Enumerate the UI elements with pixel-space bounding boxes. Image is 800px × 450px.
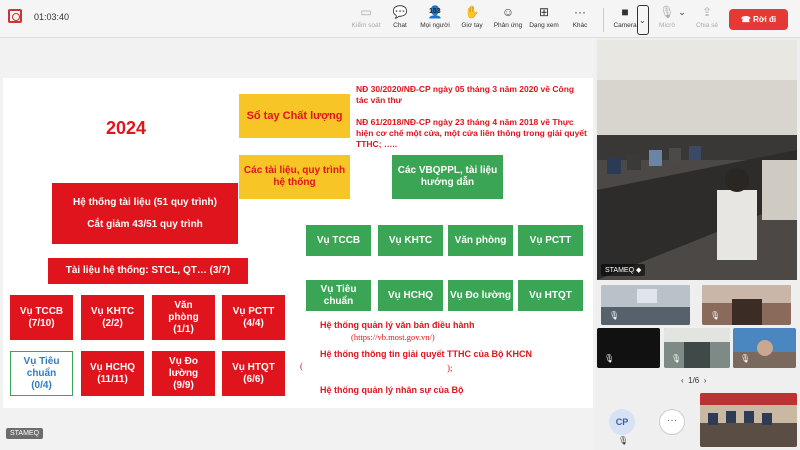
more-button[interactable]: ··· Khác	[561, 4, 599, 36]
screen-control-button[interactable]: ▭ Kiểm soát	[347, 4, 385, 36]
meeting-room-video	[597, 40, 797, 280]
more-icon: ···	[574, 5, 586, 19]
participant-thumb-2[interactable]: 🎙	[702, 285, 791, 325]
reaction-button[interactable]: ☺ Phản ứng	[489, 4, 527, 36]
chevron-down-icon: ⌄	[639, 16, 646, 25]
red-dept-do-luong: Vụ Đo lường (9/9)	[152, 351, 215, 396]
slide-year: 2024	[106, 118, 147, 138]
mic-muted-icon: 🎙	[710, 311, 721, 320]
green-dept-hchq: Vụ HCHQ	[378, 280, 443, 311]
red-dept-van-phong: Văn phòng (1/1)	[152, 295, 215, 340]
red-dept-tccb: Vụ TCCB (7/10)	[10, 295, 73, 340]
system-van-ban-url: (https://vb.most.gov.vn/)	[351, 332, 435, 342]
share-button[interactable]: ⇪ Chia sẻ	[688, 4, 726, 36]
system-tthc: Hệ thống thông tin giải quyết TTHC của B…	[320, 349, 532, 359]
green-dept-pctt: Vụ PCTT	[518, 225, 583, 256]
self-mic-muted-icon: 🎙	[618, 436, 629, 445]
self-avatar[interactable]: CP	[609, 409, 635, 435]
red-dept-khtc: Vụ KHTC (2/2)	[81, 295, 144, 340]
share-source-tag: STAMEQ	[6, 428, 44, 439]
red-dept-tieu-chuan: Vụ Tiêu chuẩn (0/4)	[10, 351, 73, 396]
toolbar-divider	[603, 8, 604, 32]
red-dept-htqt: Vụ HTQT (6/6)	[222, 351, 285, 396]
participant-pager: ‹ 1/6 ›	[681, 376, 707, 385]
participant-count: 153	[429, 8, 441, 15]
main-video-tag: STAMEQ ◆	[601, 264, 646, 276]
pin-icon: ◆	[636, 267, 642, 274]
green-dept-khtc: Vụ KHTC	[378, 225, 443, 256]
view-layout-icon: ⊞	[538, 5, 550, 19]
green-dept-van-phong: Văn phòng	[448, 225, 513, 256]
system-tthc-open: (	[300, 361, 303, 371]
mic-muted-icon: 🎙	[740, 354, 751, 363]
self-video[interactable]	[700, 393, 797, 447]
more-participants-button[interactable]: ···	[659, 409, 685, 435]
green-dept-htqt: Vụ HTQT	[518, 280, 583, 311]
video-frame	[700, 393, 797, 447]
reaction-icon: ☺	[501, 5, 515, 19]
raise-hand-button[interactable]: ✋ Giơ tay	[453, 4, 491, 36]
main-video[interactable]: STAMEQ ◆	[597, 40, 797, 280]
mic-muted-icon: 🎙	[671, 354, 682, 363]
chevron-right-icon[interactable]: ›	[704, 376, 707, 385]
he-thong-tai-lieu-box: Hệ thống tài liệu (51 quy trình) Cắt giả…	[52, 183, 238, 244]
participant-thumb-4[interactable]: 🎙	[664, 328, 730, 368]
system-van-ban: Hệ thống quản lý văn bản điều hành	[320, 320, 475, 330]
tai-lieu-he-thong-box: Tài liệu hệ thống: STCL, QT… (3/7)	[48, 258, 248, 284]
participant-thumb-5[interactable]: 🎙	[733, 328, 796, 368]
red-dept-hchq: Vụ HCHQ (11/11)	[81, 351, 144, 396]
leave-button[interactable]: ☎ Rời đi	[729, 9, 788, 30]
tai-lieu-quy-trinh-box: Các tài liệu, quy trình hệ thống	[239, 155, 350, 199]
red-dept-pctt: Vụ PCTT (4/4)	[222, 295, 285, 340]
vbqppl-box: Các VBQPPL, tài liệu hướng dẫn	[392, 155, 503, 199]
raise-hand-icon: ✋	[464, 5, 480, 19]
nd-30-note: NĐ 30/2020/NĐ-CP ngày 05 tháng 3 năm 202…	[356, 84, 575, 105]
participant-thumb-1[interactable]: 🎙	[601, 285, 690, 325]
share-icon: ⇪	[701, 5, 713, 19]
chat-icon: 💬	[392, 5, 408, 19]
app-logo-icon	[8, 9, 22, 23]
system-nhan-su: Hệ thống quản lý nhân sự của Bộ	[320, 385, 464, 395]
chevron-left-icon[interactable]: ‹	[681, 376, 684, 385]
mic-muted-icon: 🎙	[609, 311, 620, 320]
people-button[interactable]: 👤 153 Mọi người	[416, 4, 454, 36]
chat-button[interactable]: 💬 Chat	[381, 4, 419, 36]
green-dept-tccb: Vụ TCCB	[306, 225, 371, 256]
green-dept-tieu-chuan: Vụ Tiêu chuẩn	[306, 280, 371, 311]
system-tthc-close: );	[447, 363, 453, 373]
meeting-toolbar: 01:03:40 ▭ Kiểm soát 💬 Chat 👤 153 Mọi ng…	[0, 0, 800, 38]
nd-61-note: NĐ 61/2018/NĐ-CP ngày 23 tháng 4 năm 201…	[356, 117, 587, 149]
meeting-timer: 01:03:40	[34, 12, 70, 22]
view-layout-button[interactable]: ⊞ Dạng xem	[525, 4, 563, 36]
so-tay-box: Sổ tay Chất lượng	[239, 94, 350, 138]
phone-icon: ☎	[740, 15, 754, 24]
mic-muted-icon: 🎙	[604, 354, 615, 363]
participant-thumb-3[interactable]: 🎙	[597, 328, 660, 368]
green-dept-do-luong: Vụ Đo lường	[448, 280, 513, 311]
screen-control-icon: ▭	[360, 5, 372, 19]
